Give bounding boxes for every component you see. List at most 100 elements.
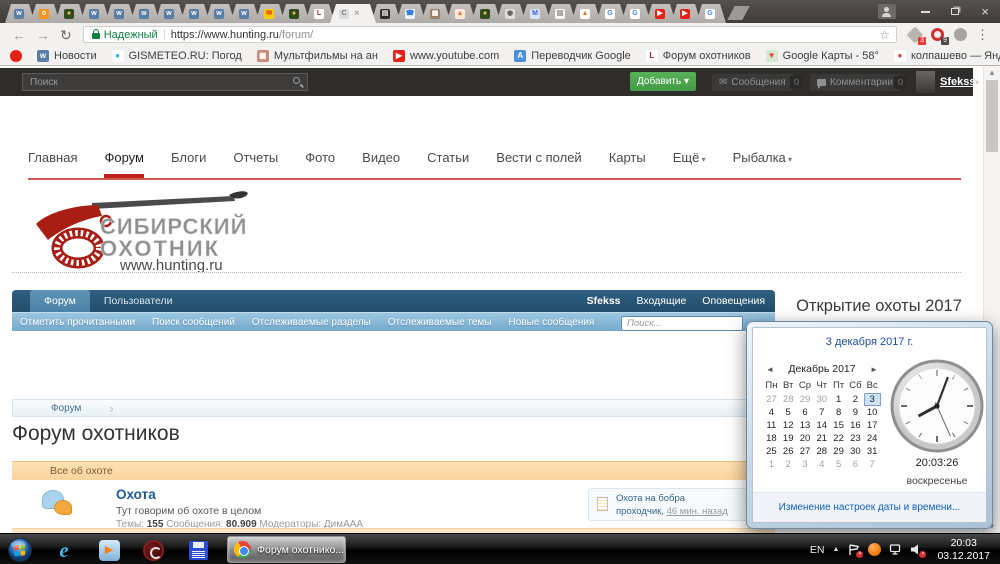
calendar-day[interactable]: 29 (830, 445, 847, 458)
extension-button-1[interactable]: 3 (906, 26, 923, 43)
hunting-boot-tab[interactable]: L (305, 4, 335, 23)
calendar-day[interactable]: 5 (830, 458, 847, 471)
bookmark-star-icon[interactable]: ☆ (879, 28, 890, 42)
inbox-link[interactable]: Входящие (637, 295, 687, 307)
vk-tab[interactable]: w (80, 4, 110, 23)
forum-username-link[interactable]: Sfekss (587, 295, 621, 307)
film-tab[interactable]: ▤ (371, 4, 401, 23)
nav-item-forum[interactable]: Форум (104, 150, 144, 179)
network-icon[interactable] (889, 543, 902, 556)
calendar-day[interactable]: 7 (864, 458, 881, 471)
vk-tab[interactable]: w (130, 4, 160, 23)
taskbar-clock[interactable]: 20:03 03.12.2017 (931, 537, 996, 563)
search-icon[interactable] (293, 77, 300, 84)
user-menu[interactable]: Sfekss (940, 76, 975, 88)
youtube-channel-bookmark[interactable] (10, 50, 22, 62)
extension-button-3[interactable] (952, 26, 969, 43)
subnav-link-4[interactable]: Новые сообщения (509, 317, 595, 328)
hunting-forum-active-tab[interactable]: C× (330, 4, 376, 23)
nav-item-otchety[interactable]: Отчеты (233, 150, 278, 179)
calendar-next-icon[interactable]: ► (867, 365, 881, 374)
browser-menu-icon[interactable]: ⋮ (976, 27, 989, 43)
calendar-day[interactable]: 3 (797, 458, 814, 471)
calendar-day[interactable]: 24 (864, 432, 881, 445)
vk-tab[interactable]: w (5, 4, 35, 23)
calendar-day[interactable]: 27 (797, 445, 814, 458)
vk-tab[interactable]: w (155, 4, 185, 23)
calendar-day[interactable]: 22 (830, 432, 847, 445)
media-player-icon[interactable]: ▶ (97, 538, 121, 562)
phone-tab[interactable]: ☎ (396, 4, 426, 23)
tab-close-icon[interactable]: × (354, 9, 360, 19)
start-button[interactable] (8, 538, 32, 562)
calendar-day[interactable]: 1 (763, 458, 780, 471)
calendar-day[interactable]: 30 (813, 393, 830, 406)
calendar-day[interactable]: 4 (763, 406, 780, 419)
back-icon[interactable]: ← (12, 27, 26, 43)
calendar-day[interactable]: 17 (864, 419, 881, 432)
close-button[interactable]: × (970, 0, 1000, 23)
show-hidden-icons-icon[interactable]: ▲ (833, 546, 840, 553)
add-button[interactable]: Добавить ▾ (630, 72, 696, 91)
vk-tab[interactable]: w (180, 4, 210, 23)
nav-item-video[interactable]: Видео (362, 150, 400, 179)
google-tab[interactable]: G (621, 4, 651, 23)
calendar-day[interactable]: 28 (780, 393, 797, 406)
last-post-time[interactable]: 46 мин. назад (667, 506, 728, 517)
calendar-day[interactable]: 29 (797, 393, 814, 406)
army-forum-tab[interactable]: ● (471, 4, 501, 23)
nav-item-glavnaya[interactable]: Главная (28, 150, 77, 179)
action-center-flag-icon[interactable]: × (847, 543, 860, 556)
calendar-day[interactable]: 7 (813, 406, 830, 419)
subnav-link-2[interactable]: Отслеживаемые разделы (252, 317, 371, 328)
cartoons-bookmark[interactable]: ▣Мультфильмы на ан (257, 50, 378, 62)
minimize-button[interactable] (910, 0, 940, 23)
nav-item-stati[interactable]: Статьи (427, 150, 469, 179)
nav-item-karty[interactable]: Карты (609, 150, 646, 179)
nav-item-vesti[interactable]: Вести с полей (496, 150, 581, 179)
campfire-tab[interactable]: ▲ (571, 4, 601, 23)
google-maps-bookmark[interactable]: ▼Google Карты - 58° (766, 50, 879, 62)
change-datetime-settings-link[interactable]: Изменение настроек даты и времени... (779, 502, 961, 513)
new-tab-button[interactable] (727, 6, 749, 20)
alerts-link[interactable]: Оповещения (702, 295, 765, 307)
site-search-input[interactable] (22, 73, 308, 91)
nav-item-rybalka[interactable]: Рыбалка ▾ (733, 150, 792, 179)
last-post-link[interactable]: Охота на бобра (616, 493, 685, 504)
vk-news-bookmark[interactable]: wНовости (37, 50, 97, 62)
nav-item-esche[interactable]: Ещё ▾ (673, 150, 706, 179)
youtube-tab[interactable]: ▶ (671, 4, 701, 23)
calendar-day[interactable]: 4 (813, 458, 830, 471)
scroll-up-icon[interactable]: ▲ (984, 68, 1000, 77)
document-tab[interactable]: ▤ (546, 4, 576, 23)
calendar-day[interactable]: 14 (813, 419, 830, 432)
youtube-bookmark[interactable]: ▶www.youtube.com (393, 50, 499, 62)
calendar-day[interactable]: 9 (847, 406, 864, 419)
calendar-day[interactable]: 2 (847, 393, 864, 406)
forum-link[interactable]: Охота (116, 487, 156, 502)
calendar-day[interactable]: 27 (763, 393, 780, 406)
photo-tab[interactable]: ▦ (421, 4, 451, 23)
calendar-day[interactable]: 1 (830, 393, 847, 406)
metro-tab[interactable]: M (521, 4, 551, 23)
comodo-dragon-icon[interactable] (141, 538, 165, 562)
volume-muted-icon[interactable]: × (910, 543, 923, 556)
forum-tab-polzovateli[interactable]: Пользователи (90, 290, 187, 312)
subnav-link-1[interactable]: Поиск сообщений (152, 317, 235, 328)
odnoklassniki-tab[interactable]: o (30, 4, 60, 23)
yandex-mail-tab[interactable]: ✉ (255, 4, 285, 23)
calendar-day[interactable]: 30 (847, 445, 864, 458)
site-logo[interactable]: СИБИРСКИЙ ОХОТНИК www.hunting.ru (26, 186, 266, 277)
comments-button[interactable]: Комментарии (810, 74, 900, 91)
calendar-day[interactable]: 25 (763, 445, 780, 458)
calendar-day[interactable]: 10 (864, 406, 881, 419)
calendar-day[interactable]: 8 (830, 406, 847, 419)
nav-item-blogi[interactable]: Блоги (171, 150, 206, 179)
reload-icon[interactable]: ↻ (60, 27, 72, 43)
army-forum-tab[interactable]: ● (55, 4, 85, 23)
hunting-forum-bookmark[interactable]: LФорум охотников (646, 50, 751, 62)
forum-search-input[interactable] (621, 316, 743, 331)
chrome-taskbar-button[interactable]: Форум охотнико... (227, 536, 346, 563)
calendar-day[interactable]: 21 (813, 432, 830, 445)
forum-tab-forum[interactable]: Форум (30, 290, 90, 312)
